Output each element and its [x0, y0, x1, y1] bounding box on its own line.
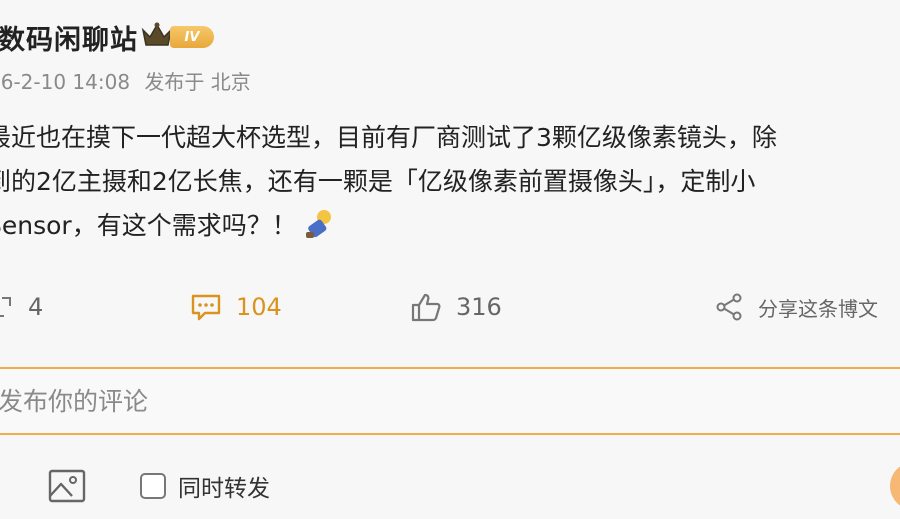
repost-button[interactable]: 4	[0, 285, 43, 329]
comment-button[interactable]: 104	[190, 285, 282, 329]
content-line: Sensor，有这个需求吗？！	[0, 204, 900, 248]
comment-icon	[191, 294, 221, 321]
comment-box	[0, 367, 900, 435]
author-name[interactable]: 数码闲聊站	[0, 18, 138, 57]
content-line: 最近也在摸下一代超大杯选型，目前有厂商测试了3颗亿级像素镜头，除	[0, 123, 777, 152]
weibo-post-card: 数码闲聊站 IV 26-2-10 14:08 发布于 北京 最近也在摸下一代超大…	[0, 0, 900, 519]
like-count: 316	[456, 293, 502, 321]
post-content: 最近也在摸下一代超大杯选型，目前有厂商测试了3颗亿级像素镜头，除 到的2亿主摄和…	[0, 116, 900, 248]
post-meta: 26-2-10 14:08 发布于 北京	[0, 66, 259, 95]
level-badge: IV	[170, 26, 214, 48]
action-bar: 4 104 316 分享这条博文	[0, 285, 900, 329]
thumbs-up-icon	[411, 293, 441, 322]
repost-icon	[0, 297, 11, 317]
content-line: 到的2亿主摄和2亿长焦，还有一颗是「亿级像素前置摄像头」，定制小	[0, 167, 756, 196]
post-location: 发布于 北京	[144, 70, 251, 94]
doge-emoji-icon	[305, 210, 331, 238]
share-icon	[716, 293, 742, 321]
repost-count: 4	[28, 293, 44, 321]
send-button[interactable]	[890, 462, 900, 510]
post-date[interactable]: 26-2-10 14:08	[0, 70, 130, 94]
like-button[interactable]: 316	[410, 285, 502, 329]
crown-icon	[141, 22, 173, 46]
comment-input[interactable]	[0, 369, 900, 433]
repost-checkbox[interactable]	[140, 473, 166, 499]
image-upload-icon[interactable]	[48, 469, 86, 503]
share-button[interactable]: 分享这条博文	[714, 285, 878, 329]
repost-option[interactable]: 同时转发	[140, 469, 270, 503]
share-label: 分享这条博文	[758, 296, 878, 321]
comment-count: 104	[236, 293, 282, 321]
repost-label: 同时转发	[178, 476, 270, 502]
